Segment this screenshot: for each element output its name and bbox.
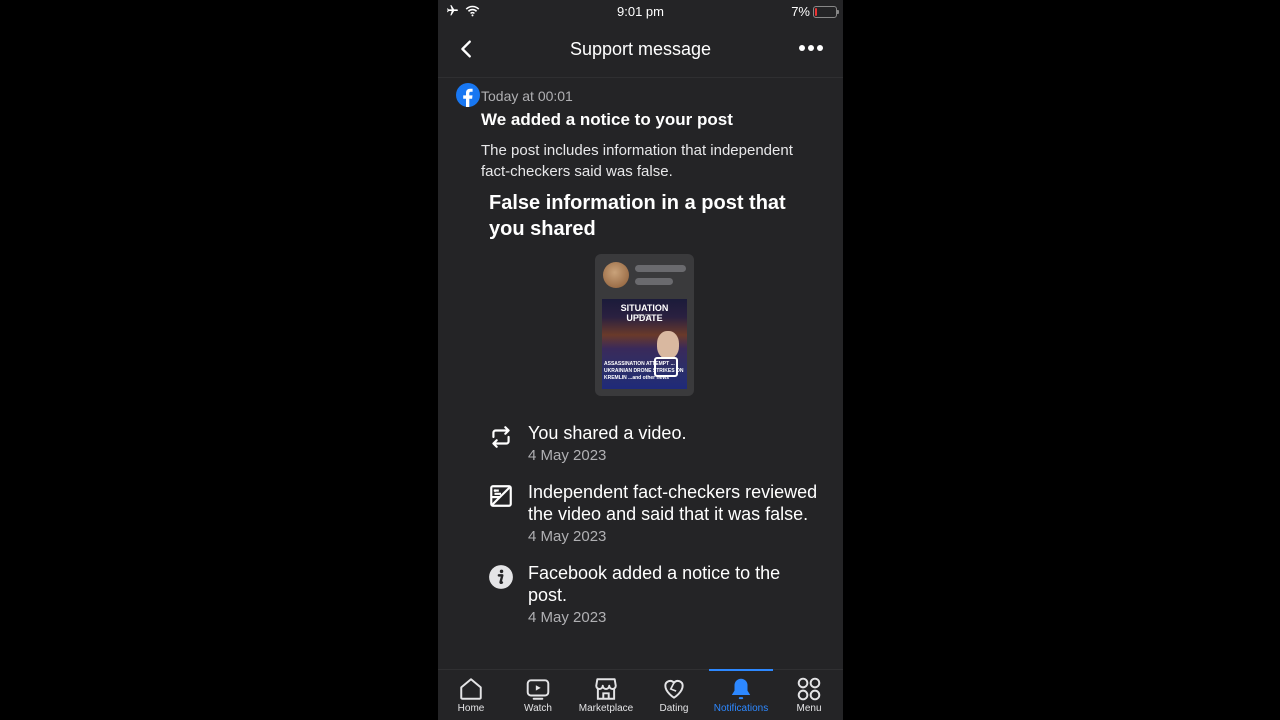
dating-icon (664, 679, 684, 699)
section-title: False information in a post that you sha… (489, 192, 786, 240)
placeholder-line (635, 265, 686, 272)
home-icon (460, 678, 482, 700)
tab-notifications[interactable]: Notifications (709, 669, 773, 720)
more-options-button[interactable] (799, 40, 825, 56)
event-date: 4 May 2023 (528, 447, 607, 464)
event-date: 4 May 2023 (528, 528, 607, 545)
tab-home[interactable]: Home (441, 670, 501, 720)
event-text: You shared a video. (528, 423, 687, 443)
page-title: Support message (569, 39, 712, 59)
person-image (657, 331, 679, 359)
share-icon (492, 426, 510, 448)
battery-icon (813, 5, 839, 18)
menu-grid-icon (797, 677, 821, 701)
facebook-logo (456, 83, 480, 107)
notice-title: We added a notice to your post (481, 110, 733, 129)
active-tab-indicator (709, 669, 773, 671)
phone-screen: 9:01 pm 7% Support message Today at 00:0… (438, 0, 843, 720)
video-title: SITUATION UPDATE (620, 303, 669, 323)
event-list: You shared a video. 4 May 2023 Independe… (488, 422, 818, 643)
event-item: You shared a video. 4 May 2023 (488, 422, 818, 464)
false-info-icon (490, 485, 512, 507)
info-icon (489, 565, 513, 589)
event-date: 4 May 2023 (528, 609, 607, 626)
tab-watch[interactable]: Watch (508, 670, 568, 720)
battery-percent: 7% (791, 4, 810, 19)
tab-marketplace[interactable]: Marketplace (576, 670, 636, 720)
message-timestamp: Today at 00:01 (481, 88, 573, 104)
video-date: 5/3/23 (637, 314, 652, 320)
tab-dating[interactable]: Dating (644, 670, 704, 720)
status-bar: 9:01 pm 7% (438, 0, 843, 24)
nav-bar: Support message (438, 24, 843, 78)
marketplace-icon (595, 678, 617, 700)
event-text: Facebook added a notice to the post. (528, 563, 781, 605)
notice-body: The post includes information that indep… (481, 142, 793, 180)
post-thumbnail[interactable]: SITUATION UPDATE 5/3/23 ASSASSINATION AT… (595, 254, 694, 396)
video-preview[interactable]: SITUATION UPDATE 5/3/23 ASSASSINATION AT… (602, 299, 687, 389)
watch-icon (526, 679, 550, 700)
tab-bar: Home Watch Marketplace Dating Notificati… (438, 669, 843, 720)
clock: 9:01 pm (617, 4, 664, 19)
more-horizontal-icon (799, 45, 805, 51)
bell-icon (731, 678, 751, 700)
avatar (603, 262, 629, 288)
tab-menu[interactable]: Menu (779, 670, 839, 720)
placeholder-line (635, 278, 673, 285)
event-item: Facebook added a notice to the post. 4 M… (488, 562, 818, 626)
event-text: Independent fact-checkers reviewed the v… (528, 482, 818, 524)
play-icon (654, 357, 678, 377)
event-item: Independent fact-checkers reviewed the v… (488, 481, 818, 545)
tab-label: Menu (796, 703, 822, 714)
